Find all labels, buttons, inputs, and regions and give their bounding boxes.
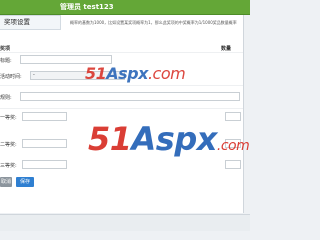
rule-label: 规则: <box>0 95 12 101</box>
watermark-num: 51 <box>85 64 107 83</box>
second-prize-input[interactable] <box>22 139 67 148</box>
first-prize-input[interactable] <box>22 112 67 121</box>
section-title: 奖项设置 <box>4 18 30 26</box>
watermark-num: 51 <box>88 120 132 158</box>
third-prize-count[interactable] <box>225 160 241 169</box>
third-prize-input[interactable] <box>22 160 67 169</box>
probability-description: 概率的基数为1000，比如设置某奖项概率为1，那么此奖项的中奖概率为1/1000… <box>70 20 237 25</box>
prize-column-header: 奖项 <box>0 46 11 52</box>
third-prize-label: 三等奖: <box>0 163 17 169</box>
watermark-aspx: Aspx <box>131 120 218 158</box>
rule-input[interactable] <box>20 92 240 101</box>
second-prize-label: 二等奖: <box>0 142 17 148</box>
cancel-button[interactable]: 取消 <box>0 177 12 187</box>
start-time-label: 活动时间: <box>0 74 22 80</box>
title-label: 标题: <box>0 58 12 64</box>
watermark-aspx: Aspx <box>106 64 148 83</box>
count-column-header: 数量 <box>221 46 232 52</box>
divider <box>0 108 243 109</box>
activity-time-value: - <box>33 72 35 78</box>
divider <box>0 52 243 53</box>
watermark-logo: 51Aspx.com <box>85 64 186 83</box>
admin-title: 管理员 test123 <box>60 3 114 11</box>
divider <box>0 85 243 86</box>
watermark-com: .com <box>147 64 186 83</box>
section-tab[interactable]: 奖项设置 <box>0 15 61 30</box>
title-input[interactable] <box>20 55 112 64</box>
status-bar <box>0 214 250 231</box>
save-button[interactable]: 保存 <box>16 177 34 187</box>
first-prize-label: 一等奖: <box>0 115 17 121</box>
watermark-com: .com <box>216 138 250 154</box>
title-bar: 管理员 test123 <box>0 0 250 15</box>
prize-settings-panel: 奖项设置 概率的基数为1000，比如设置某奖项概率为1，那么此奖项的中奖概率为1… <box>0 15 250 213</box>
watermark-logo-large: 51Aspx.com <box>88 120 250 158</box>
